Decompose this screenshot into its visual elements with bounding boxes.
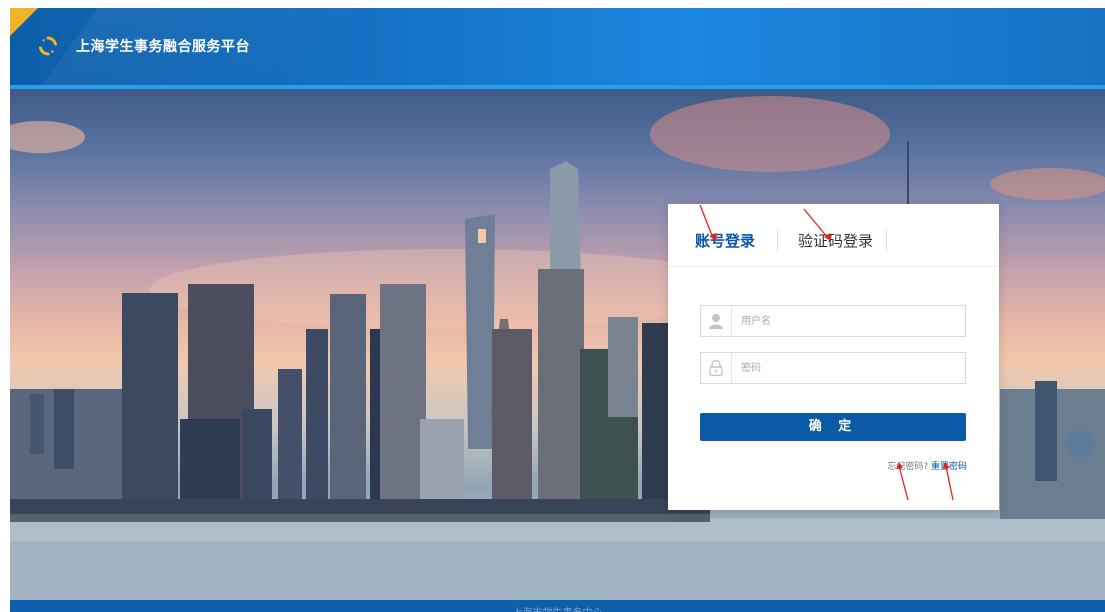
- account-links: 忘记密码? 重置密码: [887, 459, 967, 472]
- refresh-cycle-icon: [39, 36, 57, 56]
- password-field: [700, 352, 966, 384]
- user-icon: [709, 314, 723, 329]
- header-corner-accent: [10, 8, 38, 36]
- lock-icon-box: [701, 353, 732, 383]
- platform-title: 上海学生事务融合服务平台: [76, 39, 250, 55]
- login-panel: 账号登录 验证码登录 确 定 忘记密码? 重置密码: [668, 204, 999, 510]
- confirm-button[interactable]: 确 定: [700, 413, 966, 441]
- footer-text: 上海市学生事务中心: [10, 604, 1105, 612]
- login-tabs: 账号登录 验证码登录: [668, 204, 999, 267]
- tab-divider: [886, 230, 887, 252]
- tab-divider: [777, 230, 778, 252]
- page-footer: 上海市学生事务中心: [10, 600, 1105, 612]
- forgot-password-text: 忘记密码?: [887, 462, 929, 472]
- lock-icon: [709, 360, 723, 376]
- username-field: [700, 305, 966, 337]
- tab-verification-code-login[interactable]: 验证码登录: [798, 230, 873, 251]
- top-header: 上海学生事务融合服务平台: [10, 8, 1105, 85]
- reset-password-link[interactable]: 重置密码: [931, 462, 967, 472]
- password-input[interactable]: [741, 359, 941, 377]
- tab-account-login[interactable]: 账号登录: [695, 230, 755, 251]
- user-icon-box: [701, 306, 732, 336]
- username-input[interactable]: [741, 312, 941, 330]
